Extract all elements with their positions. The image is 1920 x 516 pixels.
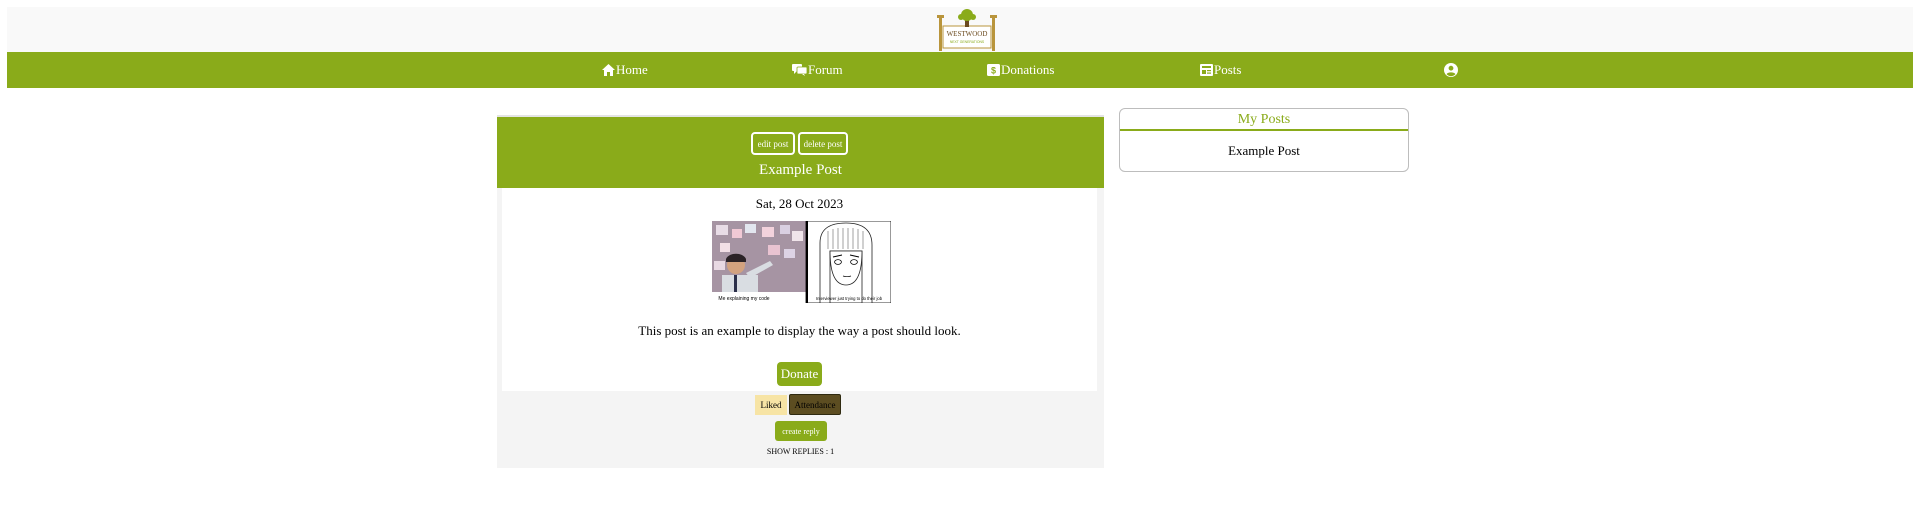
user-circle-icon [1444,63,1458,77]
svg-text:$: $ [991,66,996,76]
delete-post-button[interactable]: delete post [798,132,848,155]
nav-posts[interactable]: Posts [1200,52,1241,88]
nav-account[interactable] [1444,52,1459,88]
image-caption-right: Interviewer just trying to do their job [816,296,883,301]
dollar-bill-icon: $ [987,64,1000,76]
post-image[interactable]: Me explaining my code Interviewer just t… [712,221,891,303]
site-logo[interactable]: WESTWOOD NEXT GENERATIONS [925,7,1009,52]
my-posts-divider [1120,129,1408,131]
newspaper-icon [1200,64,1213,76]
logo-subtext: NEXT GENERATIONS [950,40,985,44]
edit-post-button[interactable]: edit post [751,132,795,155]
donate-button[interactable]: Donate [777,362,822,386]
nav-forum-label: Forum [808,62,843,77]
post-date: Sat, 28 Oct 2023 [755,196,844,211]
post-text: This post is an example to display the w… [638,323,961,338]
chat-bubbles-icon [792,64,807,76]
top-bar: WESTWOOD NEXT GENERATIONS [7,7,1913,52]
logo-text: WESTWOOD [947,30,988,38]
nav-home-label: Home [616,62,648,77]
post-header: edit post delete post Example Post [497,115,1104,188]
image-caption-left: Me explaining my code [718,296,769,302]
post-title: Example Post [759,162,842,178]
home-icon [602,64,615,76]
nav-home[interactable]: Home [602,52,648,88]
nav-posts-label: Posts [1214,62,1242,77]
post-card: edit post delete post Example Post Sat, … [497,115,1104,468]
attendance-button[interactable]: Attendance [789,394,841,415]
show-replies-toggle[interactable]: SHOW REPLIES : 1 [497,447,1104,456]
nav-forum[interactable]: Forum [792,52,843,88]
my-posts-item[interactable]: Example Post [1120,143,1408,159]
create-reply-button[interactable]: create reply [775,421,827,441]
post-body: Sat, 28 Oct 2023 Me explaining my code I… [502,188,1097,391]
nav-donations[interactable]: $ Donations [987,52,1054,88]
my-posts-title: My Posts [1237,112,1291,127]
my-posts-panel: My Posts Example Post [1119,108,1409,172]
nav-donations-label: Donations [1001,62,1055,77]
liked-badge[interactable]: Liked [755,395,787,415]
main-nav: Home Forum $ Donations Posts [7,52,1913,88]
